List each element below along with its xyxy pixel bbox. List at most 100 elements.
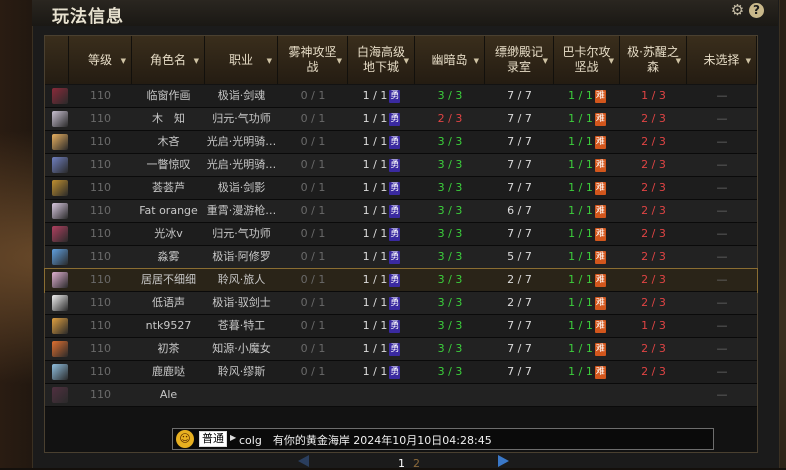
cell-job-text: 极诣·剑魂	[217, 89, 266, 102]
header-c6[interactable]: 极·苏醒之森 ▼	[620, 36, 687, 84]
cell-name: 临窗作画	[132, 85, 205, 107]
cell-c5-text: 1 / 1	[568, 181, 593, 194]
cell-c6: 2 / 3	[620, 200, 687, 222]
chat-emoji-icon[interactable]: ☺	[176, 430, 194, 448]
next-page-icon[interactable]	[498, 455, 509, 467]
table-row[interactable]: 110 Ale —	[45, 384, 757, 407]
character-avatar	[52, 88, 68, 104]
header-name[interactable]: 角色名 ▼	[132, 36, 205, 84]
sort-arrow-icon[interactable]: ▼	[121, 54, 126, 69]
cell-job-text: 重霄·漫游枪…	[206, 204, 277, 217]
prev-page-icon[interactable]	[298, 455, 309, 467]
character-avatar	[52, 111, 68, 127]
cell-c7: —	[687, 315, 757, 337]
sort-arrow-icon[interactable]: ▼	[746, 54, 751, 69]
chat-message-text: colg 有你的黄金海岸 2024年10月10日04:28:45	[239, 434, 492, 447]
page-button-2[interactable]: 2	[413, 457, 420, 470]
table-row[interactable]: 110 淼雾 极诣·阿修罗 0 / 11 / 1勇3 / 35 / 71 / 1难2 …	[45, 246, 757, 269]
table-row[interactable]: 110 一瞥惊叹 光启·光明骑… 0 / 11 / 1勇3 / 37 / 71 / 1…	[45, 154, 757, 177]
cell-c7: —	[687, 85, 757, 107]
character-avatar	[52, 295, 68, 311]
cell-c4-text: 6 / 7	[507, 204, 532, 217]
header-c7[interactable]: 未选择 ▼	[687, 36, 757, 84]
table-row[interactable]: 110 ntk9527 苍暮·特工 0 / 11 / 1勇3 / 37 / 71 / …	[45, 315, 757, 338]
gear-icon[interactable]: ⚙	[730, 3, 745, 18]
cell-job: 极诣·剑影	[205, 177, 278, 199]
cell-c1: 0 / 1	[278, 269, 348, 291]
cell-c7-text: —	[716, 296, 728, 309]
cell-c4-text: 7 / 7	[507, 342, 532, 355]
help-icon[interactable]: ?	[749, 3, 764, 18]
header-c3[interactable]: 幽暗岛 ▼	[415, 36, 485, 84]
header-job[interactable]: 职业 ▼	[205, 36, 278, 84]
table-row[interactable]: 110 鹿鹿哒 聆风·缪斯 0 / 11 / 1勇3 / 37 / 71 / 1难2 …	[45, 361, 757, 384]
cell-c1: 0 / 1	[278, 246, 348, 268]
header-c4[interactable]: 缥缈殿记录室 ▼	[485, 36, 554, 84]
chat-channel-label[interactable]: 普通	[199, 431, 227, 447]
sort-arrow-icon[interactable]: ▼	[609, 54, 614, 69]
cell-c3: 3 / 3	[415, 292, 485, 314]
table-row[interactable]: 110 初茶 知源·小魔女 0 / 11 / 1勇3 / 37 / 71 / 1难2 …	[45, 338, 757, 361]
table-row[interactable]: 110 Fat orange 重霄·漫游枪… 0 / 11 / 1勇3 / 36 / …	[45, 200, 757, 223]
cell-c4-text: 2 / 7	[507, 296, 532, 309]
table-row[interactable]: 110 光冰v 归元·气功师 0 / 11 / 1勇3 / 37 / 71 / 1难2…	[45, 223, 757, 246]
cell-c6: 2 / 3	[620, 292, 687, 314]
cell-c5-text: 1 / 1	[568, 227, 593, 240]
cell-c6: 2 / 3	[620, 246, 687, 268]
header-c1[interactable]: 雾神攻坚战 ▼	[278, 36, 348, 84]
cell-c7-text: —	[716, 135, 728, 148]
cell-c4: 7 / 7	[485, 223, 554, 245]
cell-c7: —	[687, 361, 757, 383]
header-c5[interactable]: 巴卡尔攻坚战 ▼	[554, 36, 620, 84]
cell-c1-text: 0 / 1	[300, 296, 326, 309]
sort-arrow-icon[interactable]: ▼	[267, 54, 272, 69]
cell-c7: —	[687, 269, 757, 291]
sort-arrow-icon[interactable]: ▼	[194, 54, 199, 69]
cell-c3-text: 3 / 3	[437, 250, 463, 263]
header-c2[interactable]: 白海高级地下城 ▼	[348, 36, 415, 84]
cell-c7: —	[687, 338, 757, 360]
cell-c1: 0 / 1	[278, 131, 348, 153]
table-row[interactable]: 110 居居不细细 聆风·旅人 0 / 11 / 1勇3 / 32 / 71 / 1难…	[44, 268, 758, 293]
cell-level: 110	[69, 361, 132, 383]
cell-c5: 1 / 1难	[554, 292, 620, 314]
sort-arrow-icon[interactable]: ▼	[676, 54, 681, 69]
table-row[interactable]: 110 木吝 光启·光明骑… 0 / 11 / 1勇3 / 37 / 71 / 1难2…	[45, 131, 757, 154]
cell-job: 知源·小魔女	[205, 338, 278, 360]
cell-c7: —	[687, 384, 757, 406]
cell-level-text: 110	[90, 227, 111, 240]
cell-c2-text: 1 / 1	[362, 273, 388, 286]
cell-name: ntk9527	[132, 315, 205, 337]
cell-c2-text: 1 / 1	[362, 204, 388, 217]
brave-badge-icon: 勇	[389, 250, 401, 264]
cell-c1-text: 0 / 1	[300, 319, 326, 332]
cell-name: Fat orange	[132, 200, 205, 222]
sort-arrow-icon[interactable]: ▼	[543, 54, 548, 69]
cell-job: 重霄·漫游枪…	[205, 200, 278, 222]
cell-c2: 1 / 1勇	[348, 315, 415, 337]
cell-c5: 1 / 1难	[554, 361, 620, 383]
page-button-1[interactable]: 1	[398, 457, 405, 470]
sort-arrow-icon[interactable]: ▼	[474, 54, 479, 69]
cell-c7-text: —	[716, 365, 728, 378]
cell-c1: 0 / 1	[278, 85, 348, 107]
table-row[interactable]: 110 临窗作画 极诣·剑魂 0 / 11 / 1勇3 / 37 / 71 / 1难1…	[45, 85, 757, 108]
table-row[interactable]: 110 低语声 极诣·驭剑士 0 / 11 / 1勇3 / 32 / 71 / 1难2…	[45, 292, 757, 315]
cell-name: 低语声	[132, 292, 205, 314]
header-label: 白海高级地下城	[356, 45, 405, 74]
cell-level-text: 110	[90, 250, 111, 263]
cell-name: 初茶	[132, 338, 205, 360]
cell-c5-text: 1 / 1	[568, 365, 593, 378]
header-level[interactable]: 等级 ▼	[69, 36, 132, 84]
cell-level-text: 110	[90, 342, 111, 355]
table-row[interactable]: 110 荟荟芦 极诣·剑影 0 / 11 / 1勇3 / 37 / 71 / 1难2 …	[45, 177, 757, 200]
table-row[interactable]: 110 木 知归元·气功师 0 / 11 / 1勇2 / 37 / 71 / 1难2…	[45, 108, 757, 131]
cell-c7: —	[687, 154, 757, 176]
sort-arrow-icon[interactable]: ▼	[404, 54, 409, 69]
character-avatar	[52, 226, 68, 242]
cell-c4: 7 / 7	[485, 131, 554, 153]
cell-c5: 1 / 1难	[554, 131, 620, 153]
brave-badge-icon: 勇	[389, 158, 401, 172]
sort-arrow-icon[interactable]: ▼	[337, 54, 342, 69]
cell-c5-text: 1 / 1	[568, 273, 593, 286]
